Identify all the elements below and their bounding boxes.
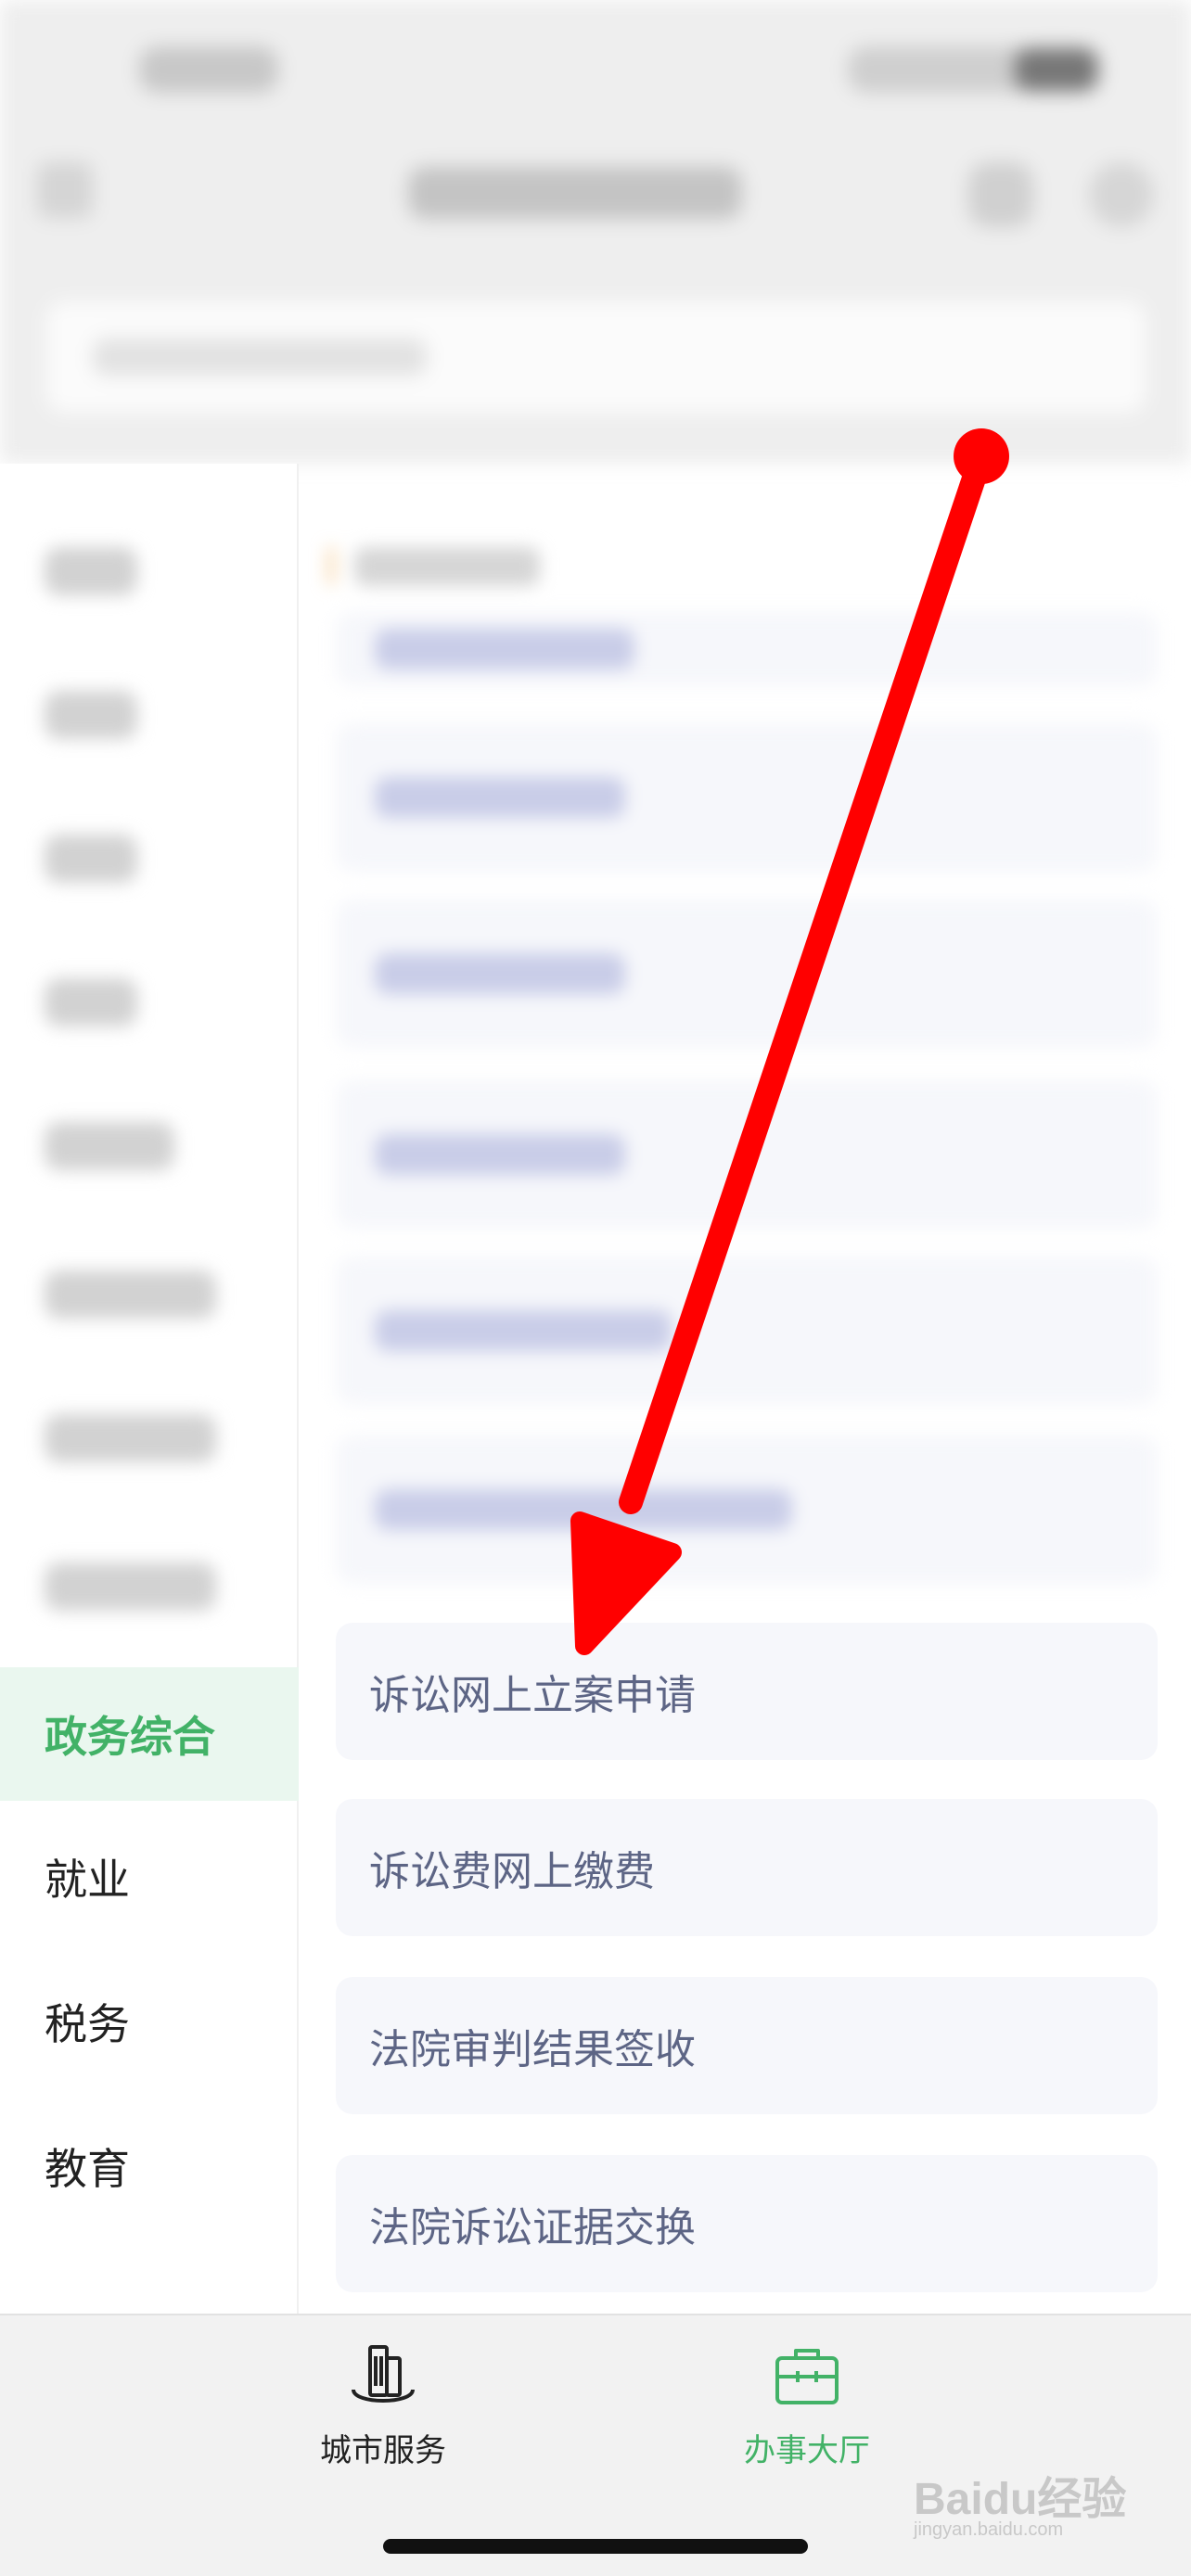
- sidebar-item-blurred[interactable]: [45, 1270, 216, 1319]
- sidebar-item-label: 教育: [45, 2145, 130, 2193]
- watermark-sub: jingyan.baidu.com: [914, 2519, 1064, 2540]
- more-icon[interactable]: [968, 162, 1033, 227]
- service-card-blurred[interactable]: [336, 1435, 1158, 1584]
- service-card-online-filing[interactable]: 诉讼网上立案申请: [336, 1623, 1158, 1760]
- category-title-blurred: [354, 547, 540, 586]
- status-time-blurred: [139, 46, 278, 93]
- service-card-blurred[interactable]: [336, 1256, 1158, 1405]
- service-card-judgment-receipt[interactable]: 法院审判结果签收: [336, 1977, 1158, 2114]
- sidebar-item-blurred[interactable]: [45, 691, 137, 739]
- sidebar-item-employment[interactable]: 就业: [0, 1810, 299, 1944]
- category-marker: [328, 547, 334, 584]
- sidebar-item-government[interactable]: 政务综合: [0, 1667, 299, 1801]
- service-card-blurred[interactable]: [336, 723, 1158, 872]
- city-building-icon: [352, 2345, 415, 2403]
- sidebar-item-blurred[interactable]: [45, 978, 137, 1027]
- home-indicator: [383, 2539, 808, 2554]
- user-icon[interactable]: [1089, 162, 1154, 227]
- service-card-label: 诉讼网上立案申请: [369, 1673, 696, 1718]
- search-placeholder-blurred: [93, 338, 427, 376]
- service-card-online-payment[interactable]: 诉讼费网上缴费: [336, 1799, 1158, 1936]
- service-card-blurred[interactable]: [336, 899, 1158, 1048]
- watermark-text: Baidu经验: [914, 2475, 1127, 2524]
- page-title-blurred: [408, 167, 742, 219]
- blurred-header: [0, 0, 1191, 464]
- sidebar-item-blurred[interactable]: [45, 1562, 216, 1611]
- back-icon[interactable]: [37, 162, 93, 218]
- sidebar-item-tax[interactable]: 税务: [0, 1955, 299, 2088]
- tab-city-services[interactable]: 城市服务: [263, 2341, 504, 2480]
- services-blurred: [299, 464, 1191, 1627]
- sidebar-item-label: 税务: [45, 2000, 130, 2048]
- tab-label: 办事大厅: [744, 2433, 870, 2468]
- sidebar-item-blurred[interactable]: [45, 835, 137, 883]
- sidebar-item-blurred[interactable]: [45, 547, 137, 595]
- sidebar-item-education[interactable]: 教育: [0, 2099, 299, 2233]
- tab-service-hall[interactable]: 办事大厅: [686, 2341, 928, 2480]
- briefcase-icon: [775, 2349, 839, 2404]
- service-card-label: 法院诉讼证据交换: [369, 2205, 696, 2251]
- service-card-blurred[interactable]: [336, 612, 1158, 686]
- sidebar-item-blurred[interactable]: [45, 1414, 216, 1462]
- service-card-evidence-exchange[interactable]: 法院诉讼证据交换: [336, 2155, 1158, 2292]
- sidebar-item-blurred[interactable]: [45, 1122, 174, 1170]
- battery-icon: [1015, 48, 1098, 91]
- service-card-label: 诉讼费网上缴费: [369, 1849, 655, 1894]
- sidebar-item-label: 就业: [45, 1855, 130, 1904]
- service-card-blurred[interactable]: [336, 1080, 1158, 1229]
- baidu-watermark: Baidu经验 jingyan.baidu.com: [914, 2462, 1146, 2545]
- sidebar-blurred-items: [0, 464, 299, 1627]
- service-card-label: 法院审判结果签收: [369, 2027, 696, 2072]
- sidebar-item-label: 政务综合: [45, 1713, 215, 1761]
- tab-label: 城市服务: [320, 2433, 446, 2468]
